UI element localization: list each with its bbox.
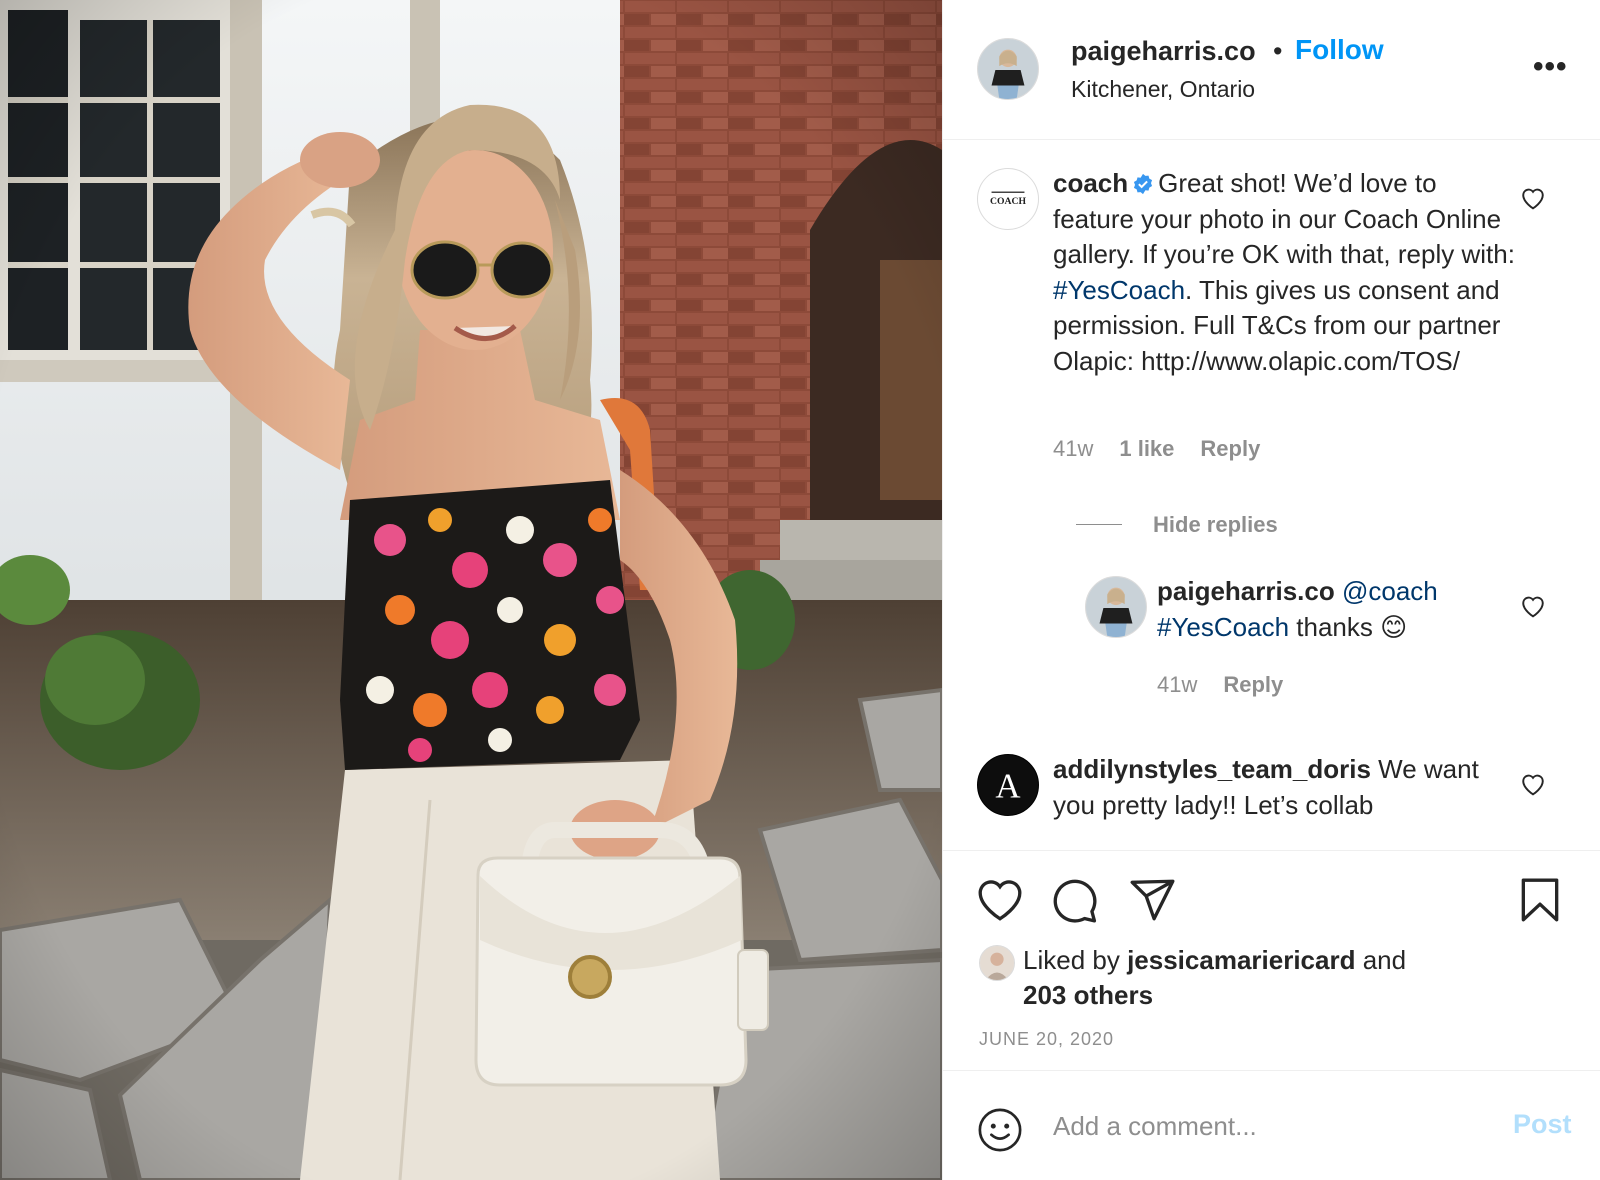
liker-username[interactable]: jessicamariericard (1127, 945, 1355, 975)
comment-item: A addilynstyles_team_doris We want you p… (943, 754, 1600, 850)
reply-reply-button[interactable]: Reply (1223, 672, 1283, 697)
reply-item: paigeharris.co @coach #YesCoach thanks 😊… (943, 576, 1600, 716)
post-comment-button[interactable]: Post (1513, 1109, 1572, 1140)
comment-meta: 41w 1 like Reply (1053, 436, 1286, 462)
liker-avatar-image (980, 946, 1014, 980)
hide-replies-button[interactable]: Hide replies (1153, 512, 1278, 538)
reply-avatar-image (1086, 577, 1146, 637)
addilyn-avatar[interactable]: A (977, 754, 1039, 816)
post-actions: Liked by jessicamariericard and 203 other… (943, 850, 1600, 1070)
comment-reply-button[interactable]: Reply (1200, 436, 1260, 461)
reply-avatar[interactable] (1085, 576, 1147, 638)
coach-avatar[interactable]: COACH (977, 168, 1039, 230)
hide-replies-line (1076, 524, 1122, 525)
post-photo[interactable] (0, 0, 942, 1180)
reply-mention[interactable]: @coach (1342, 576, 1438, 606)
reply-like-heart-icon[interactable] (1520, 594, 1546, 618)
verified-badge-icon (1134, 173, 1153, 195)
post-date[interactable]: JUNE 20, 2020 (979, 1029, 1114, 1050)
reply-time[interactable]: 41w (1157, 672, 1197, 697)
header-separator: • (1273, 36, 1283, 66)
liker-avatar[interactable] (979, 945, 1015, 981)
likes-prefix: Liked by (1023, 945, 1128, 975)
likes-summary: Liked by jessicamariericard and 203 other… (1023, 943, 1543, 1013)
comment-time[interactable]: 41w (1053, 436, 1093, 461)
comment-like-heart-icon[interactable] (1520, 772, 1546, 796)
comments-list[interactable]: COACH coach Great shot! We’d love to feat… (943, 140, 1600, 850)
comment-item: COACH coach Great shot! We’d love to feat… (943, 168, 1600, 498)
post-photo-illustration (0, 0, 942, 1180)
smiling-emoji: 😊 (1380, 611, 1408, 642)
addilyn-logo-icon: A (978, 755, 1038, 815)
author-avatar[interactable] (977, 38, 1039, 100)
post-header: paigeharris.co • Follow Kitchener, Ontar… (943, 0, 1600, 140)
follow-button[interactable]: Follow (1295, 34, 1384, 66)
comment-username[interactable]: addilynstyles_team_doris (1053, 754, 1371, 784)
comment-like-count[interactable]: 1 like (1119, 436, 1174, 461)
comment-like-heart-icon[interactable] (1520, 186, 1546, 210)
more-options-icon[interactable]: ••• (1533, 50, 1568, 84)
comment-text: coach Great shot! We’d love to feature yo… (1053, 166, 1523, 379)
coach-logo-text: COACH (990, 196, 1026, 207)
reply-text: paigeharris.co @coach #YesCoach thanks 😊 (1157, 574, 1517, 645)
addilyn-logo-text: A (995, 767, 1020, 806)
post-side-panel: paigeharris.co • Follow Kitchener, Ontar… (942, 0, 1600, 1180)
comment-input[interactable] (1053, 1101, 1473, 1151)
smiley-icon[interactable] (977, 1107, 1023, 1153)
reply-meta: 41w Reply (1157, 672, 1309, 698)
likes-others[interactable]: 203 others (1023, 980, 1153, 1010)
reply-hashtag[interactable]: #YesCoach (1157, 612, 1289, 642)
bookmark-icon[interactable] (1515, 875, 1565, 925)
paper-plane-icon[interactable] (1127, 875, 1177, 925)
reply-username[interactable]: paigeharris.co (1157, 576, 1335, 606)
reply-body: thanks (1289, 611, 1373, 642)
comment-text: addilynstyles_team_doris We want you pre… (1053, 752, 1523, 823)
comment-hashtag[interactable]: #YesCoach (1053, 275, 1185, 305)
coach-logo-icon: COACH (978, 169, 1038, 229)
comment-username[interactable]: coach (1053, 168, 1128, 198)
comment-bubble-icon[interactable] (1049, 875, 1099, 925)
post-location[interactable]: Kitchener, Ontario (1071, 76, 1255, 103)
author-username[interactable]: paigeharris.co (1071, 36, 1256, 67)
add-comment-bar: Post (943, 1070, 1600, 1180)
likes-and: and (1355, 945, 1407, 975)
author-avatar-image (978, 39, 1038, 99)
heart-icon[interactable] (975, 875, 1025, 925)
